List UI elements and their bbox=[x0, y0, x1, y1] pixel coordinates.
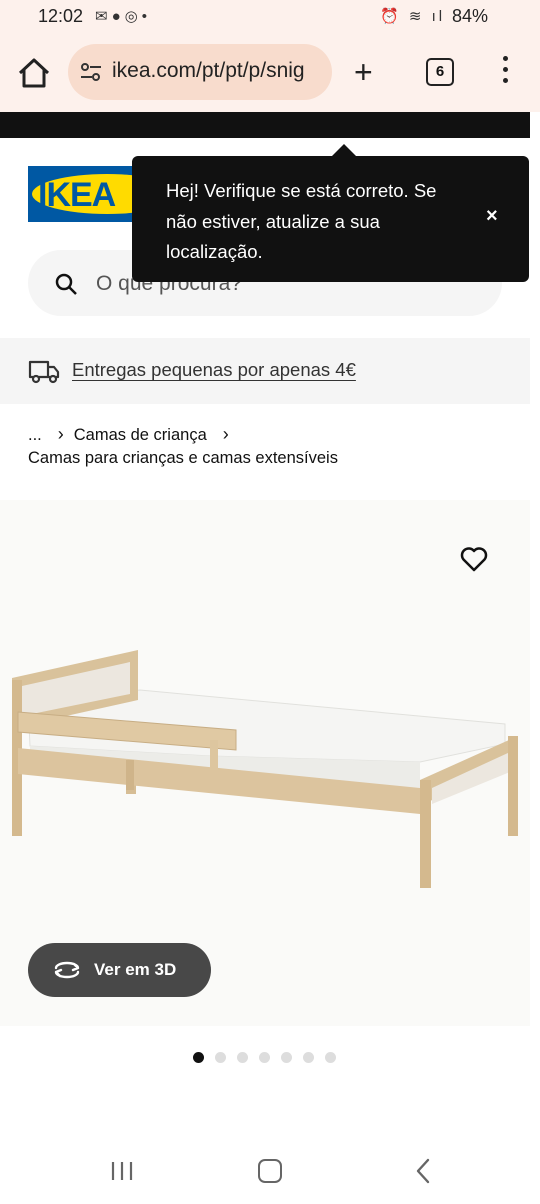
chevron-right-icon: › bbox=[57, 424, 64, 444]
battery-level: 84% bbox=[452, 6, 489, 26]
heart-icon[interactable] bbox=[460, 546, 488, 572]
view-3d-label: Ver em 3D bbox=[94, 960, 177, 979]
site-settings-icon[interactable] bbox=[80, 62, 102, 82]
nav-home-icon[interactable] bbox=[258, 1159, 282, 1183]
delivery-banner[interactable]: Entregas pequenas por apenas 4€ bbox=[0, 338, 530, 404]
tooltip-text: Hej! Verifique se está correto. Se não e… bbox=[166, 180, 437, 262]
delivery-link[interactable]: Entregas pequenas por apenas 4€ bbox=[72, 359, 356, 381]
ikea-top-strip bbox=[0, 112, 530, 138]
address-bar[interactable]: ikea.com/pt/pt/p/snig bbox=[68, 44, 332, 100]
view-3d-button[interactable]: Ver em 3D bbox=[28, 943, 211, 997]
back-icon[interactable] bbox=[414, 1158, 432, 1184]
system-icons: ⏰ ≋ ıl bbox=[380, 8, 446, 25]
tab-switcher-button[interactable]: 6 bbox=[426, 58, 454, 86]
chevron-right-icon: › bbox=[222, 424, 229, 444]
pagination-dot[interactable] bbox=[303, 1052, 314, 1063]
breadcrumb: ... › Camas de criança › bbox=[28, 424, 239, 445]
pagination-dot[interactable] bbox=[193, 1052, 204, 1063]
close-icon[interactable]: × bbox=[486, 205, 498, 228]
pagination-dot[interactable] bbox=[215, 1052, 226, 1063]
image-pagination[interactable] bbox=[193, 1050, 347, 1063]
more-menu-icon[interactable] bbox=[502, 56, 510, 88]
breadcrumb-level2[interactable]: Camas para crianças e camas extensíveis bbox=[28, 449, 338, 468]
browser-toolbar: ikea.com/pt/pt/p/snig + 6 bbox=[0, 34, 540, 112]
location-tooltip: Hej! Verifique se está correto. Se não e… bbox=[132, 144, 529, 282]
notification-icons: ✉●◎• bbox=[95, 8, 151, 25]
new-tab-icon[interactable]: + bbox=[354, 56, 373, 88]
pagination-dot[interactable] bbox=[281, 1052, 292, 1063]
pagination-dot[interactable] bbox=[325, 1052, 336, 1063]
breadcrumb-ellipsis[interactable]: ... bbox=[28, 426, 42, 444]
truck-icon bbox=[28, 360, 60, 384]
pagination-dot[interactable] bbox=[237, 1052, 248, 1063]
ikea-logo[interactable]: IKEA bbox=[28, 166, 140, 222]
status-time: 12:02 bbox=[38, 6, 84, 26]
url-text[interactable]: ikea.com/pt/pt/p/snig bbox=[112, 59, 324, 83]
breadcrumb-level1[interactable]: Camas de criança bbox=[74, 426, 207, 444]
status-bar: 12:02 ✉●◎• ⏰ ≋ ıl 84% bbox=[0, 0, 540, 34]
rotate-3d-icon bbox=[54, 961, 80, 979]
home-icon[interactable] bbox=[16, 56, 52, 90]
pagination-dot[interactable] bbox=[259, 1052, 270, 1063]
tooltip-arrow bbox=[332, 144, 356, 156]
product-image bbox=[12, 650, 518, 888]
search-icon bbox=[55, 273, 77, 295]
recent-apps-icon[interactable] bbox=[110, 1160, 134, 1182]
